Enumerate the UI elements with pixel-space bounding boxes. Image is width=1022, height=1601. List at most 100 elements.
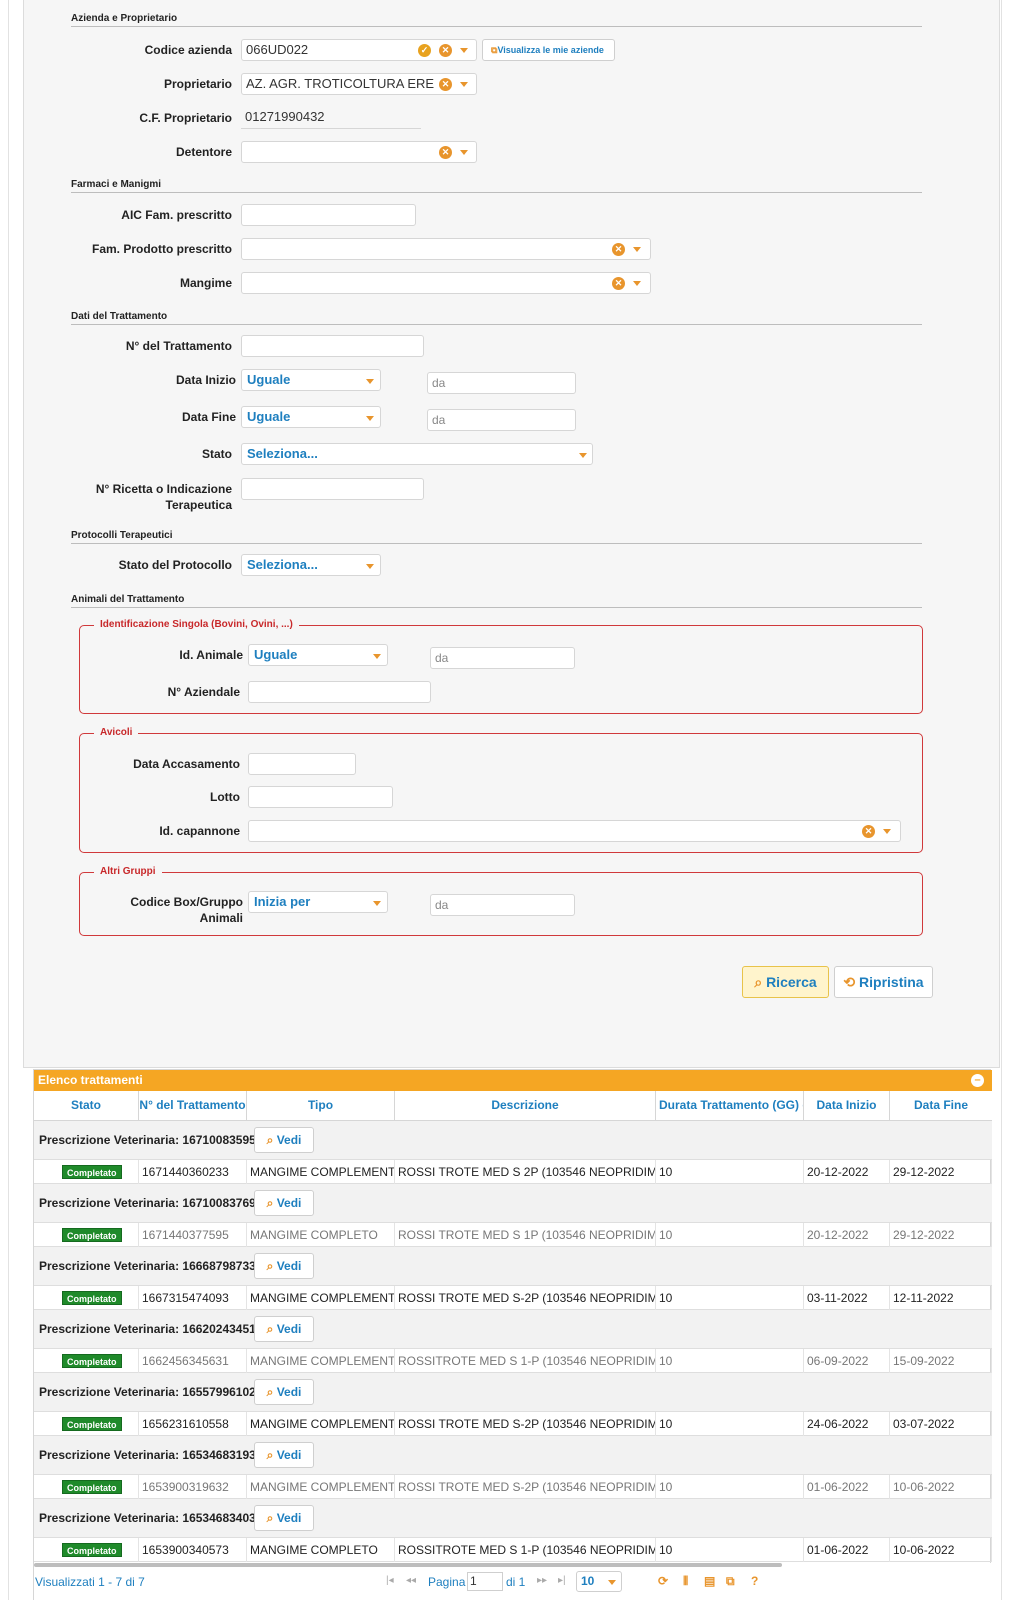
chevron-down-icon[interactable] — [366, 416, 374, 421]
table-row[interactable]: Completato 1653900340573 MANGIME COMPLETO R… — [34, 1538, 992, 1562]
chevron-down-icon[interactable] — [366, 564, 374, 569]
column-header-data-inizio[interactable]: Data Inizio — [804, 1091, 890, 1121]
chevron-down-icon[interactable] — [373, 654, 381, 659]
chevron-down-icon[interactable] — [608, 1580, 616, 1585]
clear-icon[interactable]: ✕ — [439, 44, 452, 57]
data-accasamento-input[interactable] — [248, 753, 356, 775]
codice-box-input[interactable]: da — [430, 894, 575, 916]
cell-tipo: MANGIME COMPLEMENTARE — [247, 1160, 395, 1184]
column-header-durata[interactable]: Durata Trattamento (GG) con — [656, 1091, 804, 1121]
reset-icon: ⟲ — [843, 974, 860, 990]
chevron-down-icon[interactable] — [366, 379, 374, 384]
section-divider — [71, 607, 922, 608]
refresh-icon[interactable]: ⟳ — [658, 1574, 668, 1588]
first-page-icon[interactable]: |◂ — [386, 1575, 394, 1586]
vedi-button[interactable]: ⌕ Vedi — [254, 1442, 314, 1468]
clear-icon[interactable]: ✕ — [439, 78, 452, 91]
status-badge: Completato — [62, 1417, 122, 1431]
chevron-down-icon[interactable] — [460, 48, 468, 53]
codice-box-operator-select[interactable]: Inizia per — [248, 891, 388, 913]
vedi-button[interactable]: ⌕ Vedi — [254, 1379, 314, 1405]
data-fine-input[interactable]: da — [427, 409, 576, 431]
num-trattamento-input[interactable] — [241, 335, 424, 357]
capannone-label: Id. capannone — [159, 824, 240, 838]
table-row[interactable]: Completato 1662456345631 MANGIME COMPLEMEN… — [34, 1349, 992, 1373]
data-inizio-operator-select[interactable]: Uguale — [241, 369, 381, 391]
last-page-icon[interactable]: ▸| — [558, 1575, 566, 1586]
cell-data-inizio: 01-06-2022 — [804, 1538, 890, 1562]
data-fine-operator-select[interactable]: Uguale — [241, 406, 381, 428]
table-row[interactable]: Completato 1656231610558 MANGIME COMPLEMEN… — [34, 1412, 992, 1436]
chevron-down-icon[interactable] — [633, 281, 641, 286]
search-icon: ⌕ — [266, 1322, 277, 1336]
chevron-down-icon[interactable] — [883, 829, 891, 834]
status-badge: Completato — [62, 1543, 122, 1557]
data-fine-operator-value: Uguale — [247, 409, 291, 424]
proprietario-label: Proprietario — [163, 77, 232, 91]
ripristina-button[interactable]: ⟲ Ripristina — [834, 966, 933, 998]
clear-icon[interactable]: ✕ — [612, 243, 625, 256]
vedi-button[interactable]: ⌕ Vedi — [254, 1190, 314, 1216]
cell-data-fine: 10-06-2022 — [890, 1538, 992, 1562]
clear-icon[interactable]: ✕ — [612, 277, 625, 290]
next-page-icon[interactable]: ▸▸ — [537, 1575, 547, 1586]
chevron-down-icon[interactable] — [579, 453, 587, 458]
chevron-down-icon[interactable] — [373, 901, 381, 906]
capannone-select[interactable] — [248, 820, 901, 842]
ricerca-button[interactable]: ⌕ Ricerca — [742, 966, 829, 998]
collapse-icon[interactable]: – — [971, 1074, 984, 1087]
id-animale-operator-select[interactable]: Uguale — [248, 644, 388, 666]
cell-durata: 10 — [656, 1223, 804, 1247]
cell-stato: Completato — [34, 1475, 139, 1499]
grid-pager: Visualizzati 1 - 7 di 7 |◂ ◂◂ Pagina 1 d… — [34, 1563, 992, 1601]
export-icon[interactable]: ▤ — [704, 1574, 715, 1588]
lotto-label: Lotto — [210, 790, 240, 804]
clear-icon[interactable]: ✕ — [862, 825, 875, 838]
vedi-button[interactable]: ⌕ Vedi — [254, 1316, 314, 1342]
vedi-button[interactable]: ⌕ Vedi — [254, 1253, 314, 1279]
mangime-select[interactable] — [241, 272, 651, 294]
group-row: Prescrizione Veterinaria: 1662024345153 ⌕… — [34, 1310, 992, 1349]
column-header-descrizione[interactable]: Descrizione — [395, 1091, 656, 1121]
column-header-tipo[interactable]: Tipo — [247, 1091, 395, 1121]
page-number-input[interactable]: 1 — [467, 1572, 503, 1591]
page-number-value: 1 — [470, 1574, 477, 1588]
lotto-input[interactable] — [248, 786, 393, 808]
vedi-button[interactable]: ⌕ Vedi — [254, 1127, 314, 1153]
ripristina-label: Ripristina — [859, 974, 924, 990]
vedi-button[interactable]: ⌕ Vedi — [254, 1505, 314, 1531]
chevron-down-icon[interactable] — [633, 247, 641, 252]
confirm-icon[interactable]: ✓ — [418, 44, 431, 57]
ricerca-label: Ricerca — [766, 974, 817, 990]
codice-box-label-line1: Codice Box/Gruppo — [130, 895, 243, 909]
prev-page-icon[interactable]: ◂◂ — [406, 1575, 416, 1586]
vedi-label: Vedi — [276, 1259, 302, 1273]
aic-input[interactable] — [241, 204, 416, 226]
visualizza-aziende-button[interactable]: ⧉Visualizza le mie aziende — [482, 39, 615, 61]
ricetta-input[interactable] — [241, 478, 424, 500]
id-animale-input[interactable]: da — [430, 647, 575, 669]
table-row[interactable]: Completato 1671440377595 MANGIME COMPLETO R… — [34, 1223, 992, 1247]
table-row[interactable]: Completato 1653900319632 MANGIME COMPLEMEN… — [34, 1475, 992, 1499]
id-animale-label: Id. Animale — [179, 648, 243, 662]
column-header-data-fine[interactable]: Data Fine — [890, 1091, 992, 1121]
stato-select[interactable]: Seleziona... — [241, 443, 593, 465]
fam-prodotto-select[interactable] — [241, 238, 651, 260]
column-header-num[interactable]: N° del Trattamento — [139, 1091, 247, 1121]
columns-icon[interactable]: ⦀ — [683, 1574, 688, 1589]
help-icon[interactable]: ? — [751, 1574, 758, 1588]
popup-icon[interactable]: ⧉ — [726, 1574, 735, 1589]
horizontal-scrollbar[interactable] — [34, 1563, 782, 1567]
clear-icon[interactable]: ✕ — [439, 146, 452, 159]
stato-protocollo-select[interactable]: Seleziona... — [241, 554, 381, 576]
num-aziendale-input[interactable] — [248, 681, 431, 703]
table-row[interactable]: Completato 1667315474093 MANGIME COMPLEMEN… — [34, 1286, 992, 1310]
data-inizio-input[interactable]: da — [427, 372, 576, 394]
column-header-stato[interactable]: Stato — [34, 1091, 139, 1121]
grid-header: Elenco trattamenti – — [34, 1070, 992, 1091]
prescrizione-label: Prescrizione Veterinaria: 1666879873311 — [39, 1259, 269, 1273]
chevron-down-icon[interactable] — [460, 150, 468, 155]
table-row[interactable]: Completato 1671440360233 MANGIME COMPLEMEN… — [34, 1160, 992, 1184]
chevron-down-icon[interactable] — [460, 82, 468, 87]
status-badge: Completato — [62, 1480, 122, 1494]
